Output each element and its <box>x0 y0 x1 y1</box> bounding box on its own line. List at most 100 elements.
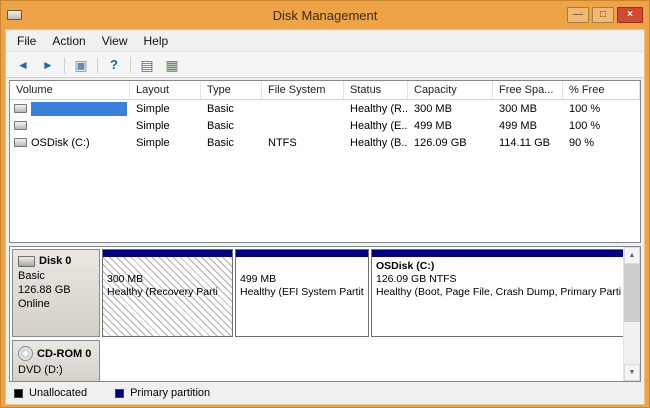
status-cell: Healthy (E... <box>344 117 408 134</box>
primary-partition-swatch <box>115 389 124 398</box>
menu-view[interactable]: View <box>94 32 136 50</box>
window-title: Disk Management <box>5 8 645 23</box>
column-header-status[interactable]: Status <box>344 81 408 99</box>
disk-list-icon[interactable]: ▤ <box>138 56 156 74</box>
toolbar-separator <box>64 57 65 73</box>
column-header-volume[interactable]: Volume <box>10 81 130 99</box>
column-header-type[interactable]: Type <box>201 81 262 99</box>
partition-osdisk[interactable]: OSDisk (C:) 126.09 GB NTFS Healthy (Boot… <box>371 249 626 337</box>
free-space-cell: 499 MB <box>493 117 563 134</box>
disk-list-area: Disk 0 Basic 126.88 GB Online 300 MB <box>10 247 623 381</box>
column-header-pct-free[interactable]: % Free <box>563 81 640 99</box>
capacity-cell: 126.09 GB <box>408 134 493 151</box>
partition-color-bar <box>236 250 368 257</box>
status-cell: Healthy (B... <box>344 134 408 151</box>
partition-size: 499 MB <box>240 273 364 286</box>
menu-action[interactable]: Action <box>44 32 93 50</box>
pct-free-cell: 100 % <box>563 117 640 134</box>
column-header-layout[interactable]: Layout <box>130 81 201 99</box>
column-header-free-space[interactable]: Free Spa... <box>493 81 563 99</box>
free-space-cell: 114.11 GB <box>493 134 563 151</box>
menu-help[interactable]: Help <box>136 32 177 50</box>
volume-cell <box>10 117 130 134</box>
disk-0-row: Disk 0 Basic 126.88 GB Online 300 MB <box>12 249 621 337</box>
volume-name: OSDisk (C:) <box>31 137 90 149</box>
type-cell: Basic <box>201 117 262 134</box>
scrollbar-track[interactable] <box>624 264 640 364</box>
partition-color-bar <box>372 250 625 257</box>
back-icon[interactable]: ◄ <box>14 56 32 74</box>
disk-type: Basic <box>18 270 94 282</box>
partition-size: 126.09 GB NTFS <box>376 273 621 286</box>
close-button[interactable]: × <box>617 7 643 23</box>
partition-color-bar <box>103 250 232 257</box>
titlebar: Disk Management — □ × <box>5 1 645 29</box>
vertical-scrollbar[interactable]: ▲ ▼ <box>623 247 640 381</box>
layout-cell: Simple <box>130 117 201 134</box>
window-frame: File Action View Help ◄ ► ▣ ? ▤ ▦ Volume… <box>5 29 645 405</box>
file-system-cell: NTFS <box>262 134 344 151</box>
graphical-view-icon[interactable]: ▦ <box>163 56 181 74</box>
volume-list-header: Volume Layout Type File System Status Ca… <box>10 81 640 100</box>
disk-0-header[interactable]: Disk 0 Basic 126.88 GB Online <box>12 249 100 337</box>
volume-icon <box>14 138 27 147</box>
volume-cell <box>10 100 130 117</box>
pct-free-cell: 100 % <box>563 100 640 117</box>
partition-status: Healthy (Recovery Parti <box>107 286 228 299</box>
toolbar-separator <box>130 57 131 73</box>
selection-highlight <box>31 102 127 116</box>
help-icon[interactable]: ? <box>105 56 123 74</box>
free-space-cell: 300 MB <box>493 100 563 117</box>
volume-row-osdisk[interactable]: OSDisk (C:) Simple Basic NTFS Healthy (B… <box>10 134 640 151</box>
graphical-view-pane: Disk 0 Basic 126.88 GB Online 300 MB <box>9 246 641 382</box>
disk-status: Online <box>18 298 94 310</box>
menu-file[interactable]: File <box>9 32 44 50</box>
legend-unallocated: Unallocated <box>14 387 87 399</box>
disk-name: Disk 0 <box>39 255 71 267</box>
cdrom-icon <box>18 346 33 361</box>
layout-cell: Simple <box>130 134 201 151</box>
cdrom-0-header[interactable]: CD-ROM 0 DVD (D:) <box>12 340 100 382</box>
forward-icon[interactable]: ► <box>39 56 57 74</box>
file-system-cell <box>262 117 344 134</box>
partition-status: Healthy (Boot, Page File, Crash Dump, Pr… <box>376 286 621 299</box>
partition-area: 300 MB Healthy (Recovery Parti 499 MB He… <box>102 249 626 337</box>
partition-status: Healthy (EFI System Partit <box>240 286 364 299</box>
partition-body: OSDisk (C:) 126.09 GB NTFS Healthy (Boot… <box>372 257 625 336</box>
legend-label: Primary partition <box>130 387 210 399</box>
partition-recovery[interactable]: 300 MB Healthy (Recovery Parti <box>102 249 233 337</box>
legend-primary-partition: Primary partition <box>115 387 210 399</box>
volume-icon <box>14 104 27 113</box>
legend-bar: Unallocated Primary partition <box>9 384 641 402</box>
toolbar-separator <box>97 57 98 73</box>
layout-cell: Simple <box>130 100 201 117</box>
status-cell: Healthy (R... <box>344 100 408 117</box>
column-header-file-system[interactable]: File System <box>262 81 344 99</box>
disk-icon <box>18 256 35 267</box>
partition-name <box>240 260 364 273</box>
column-header-capacity[interactable]: Capacity <box>408 81 493 99</box>
app-icon <box>7 10 22 20</box>
menu-bar: File Action View Help <box>6 30 644 51</box>
partition-name <box>107 260 228 273</box>
maximize-button[interactable]: □ <box>592 7 614 23</box>
partition-efi[interactable]: 499 MB Healthy (EFI System Partit <box>235 249 369 337</box>
minimize-button[interactable]: — <box>567 7 589 23</box>
scroll-up-button[interactable]: ▲ <box>624 247 640 264</box>
show-console-tree-icon[interactable]: ▣ <box>72 56 90 74</box>
caption-buttons: — □ × <box>564 7 643 23</box>
cdrom-0-row: CD-ROM 0 DVD (D:) <box>12 340 621 382</box>
volume-row-efi[interactable]: Simple Basic Healthy (E... 499 MB 499 MB… <box>10 117 640 134</box>
scrollbar-thumb[interactable] <box>624 264 640 322</box>
cdrom-name: CD-ROM 0 <box>37 348 91 360</box>
type-cell: Basic <box>201 100 262 117</box>
disk-management-window: Disk Management — □ × File Action View H… <box>0 0 650 408</box>
capacity-cell: 300 MB <box>408 100 493 117</box>
partition-body: 499 MB Healthy (EFI System Partit <box>236 257 368 336</box>
pct-free-cell: 90 % <box>563 134 640 151</box>
scroll-down-button[interactable]: ▼ <box>624 364 640 381</box>
partition-name: OSDisk (C:) <box>376 260 621 273</box>
cdrom-type: DVD (D:) <box>18 364 94 376</box>
volume-cell: OSDisk (C:) <box>10 134 130 151</box>
volume-row-recovery[interactable]: Simple Basic Healthy (R... 300 MB 300 MB… <box>10 100 640 117</box>
